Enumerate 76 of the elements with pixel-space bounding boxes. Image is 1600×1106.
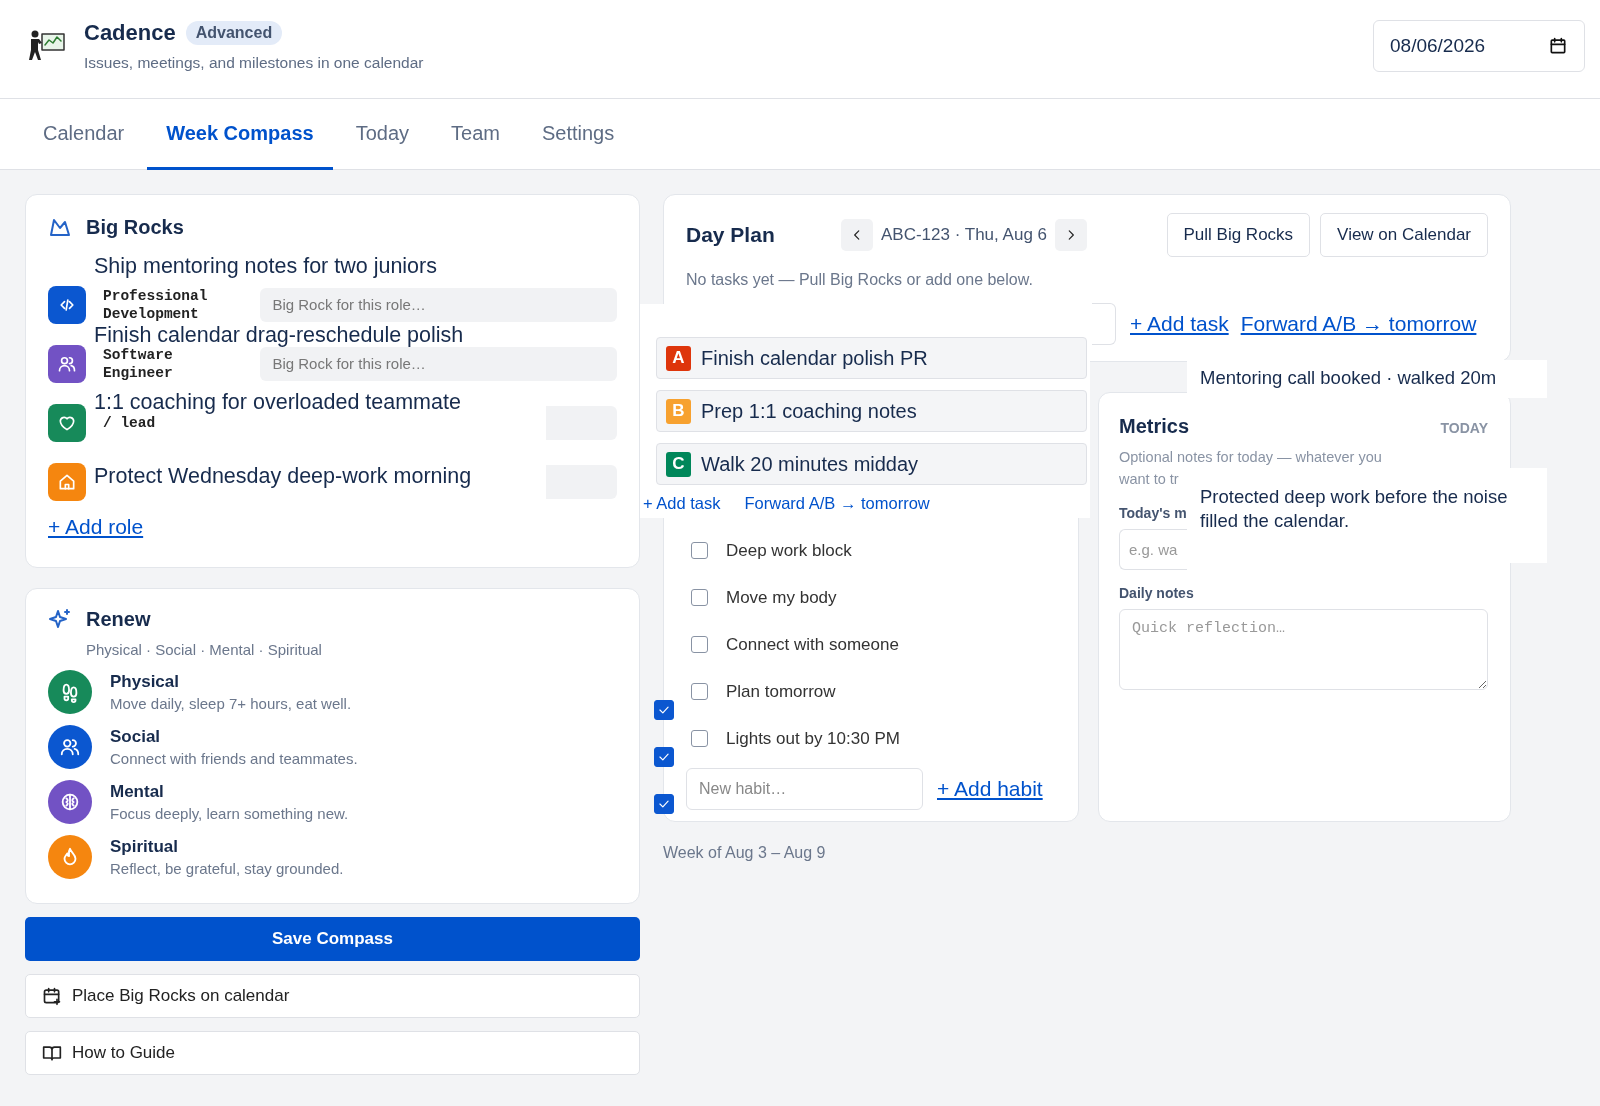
logo-icon <box>26 28 66 62</box>
guide-button[interactable]: How to Guide <box>25 1031 640 1075</box>
task-title: Finish calendar polish PR <box>701 346 928 370</box>
checkbox[interactable] <box>691 542 708 559</box>
renew-description: Move daily, sleep 7+ hours, eat well. <box>110 694 352 712</box>
add-habit-link[interactable]: + Add habit <box>937 777 1043 801</box>
role-label: Professional Development <box>103 286 209 323</box>
checkbox[interactable] <box>654 700 674 720</box>
text-link[interactable]: Forward A/B → tomorrow <box>744 494 930 513</box>
metric-field[interactable]: e.g. wa <box>1119 529 1187 570</box>
book-icon <box>42 1043 62 1063</box>
save-button[interactable]: Save Compass <box>25 917 640 961</box>
notes-field[interactable]: Quick reflection… <box>1119 609 1488 690</box>
checkbox[interactable] <box>654 747 674 767</box>
card-title: Big Rocks <box>86 215 184 239</box>
empty-message: No tasks yet — Pull Big Rocks or add one below. <box>686 271 1034 289</box>
tab[interactable]: Settings <box>522 99 634 170</box>
checkbox[interactable] <box>691 589 708 606</box>
renew-description: Reflect, be grateful, stay grounded. <box>110 859 344 877</box>
habit-label: Plan tomorrow <box>726 681 836 702</box>
checkbox[interactable] <box>691 730 708 747</box>
field-label: Today's m <box>1119 505 1187 521</box>
checkbox[interactable] <box>654 794 674 814</box>
task-title: Walk 20 minutes midday <box>701 452 919 476</box>
text-link[interactable]: Forward A/B → tomorrow <box>1240 312 1477 336</box>
text-field[interactable]: Big Rock for this role… <box>260 287 617 322</box>
app-title: Cadence <box>84 20 176 46</box>
pasted-note: Mentoring call booked · walked 20m <box>1187 360 1547 398</box>
card-title: Renew <box>86 607 151 631</box>
task-row[interactable]: C Walk 20 minutes midday <box>656 443 1087 485</box>
text-link[interactable]: + Add task <box>643 494 721 513</box>
week-label: Week of Aug 3 – Aug 9 <box>663 844 827 862</box>
toolbar-button[interactable]: Pull Big Rocks <box>1166 213 1311 257</box>
task-row[interactable]: B Prep 1:1 coaching notes <box>656 390 1087 432</box>
card-subtitle: Physical · Social · Mental · Spiritual <box>86 641 323 658</box>
tab[interactable]: Today <box>336 99 429 170</box>
priority-badge: C <box>666 451 691 477</box>
text-field[interactable]: Big Rock for this role… <box>260 346 617 381</box>
card-title: Metrics <box>1119 415 1190 438</box>
calendar-icon <box>1548 36 1568 56</box>
checkbox[interactable] <box>691 636 708 653</box>
renew-name: Physical <box>110 671 180 692</box>
habit-label: Deep work block <box>726 540 852 561</box>
priority-badge: A <box>666 345 691 371</box>
tab[interactable]: Week Compass <box>147 99 333 170</box>
renew-description: Connect with friends and teammates. <box>110 749 358 767</box>
text-link[interactable]: + Add task <box>1130 312 1229 336</box>
app-subtitle: Issues, meetings, and milestones in one calendar <box>84 54 424 72</box>
habit-label: Lights out by 10:30 PM <box>726 728 900 749</box>
task-input[interactable] <box>1092 303 1116 345</box>
task-row[interactable]: A Finish calendar polish PR <box>656 337 1087 379</box>
field-label: Daily notes <box>1119 585 1194 601</box>
habit-label: Connect with someone <box>726 634 899 655</box>
toolbar-button[interactable]: View on Calendar <box>1320 213 1488 257</box>
add-role-link[interactable]: + Add role <box>48 515 144 539</box>
renew-name: Mental <box>110 781 165 802</box>
sparkle-icon <box>48 607 72 631</box>
tab[interactable]: Calendar <box>24 99 144 170</box>
tab[interactable]: Team <box>432 99 519 170</box>
renew-name: Social <box>110 726 162 747</box>
place-on-calendar-button[interactable]: Place Big Rocks on calendar <box>25 974 640 1018</box>
renew-description: Focus deeply, learn something new. <box>110 804 349 822</box>
card-title: Day Plan <box>686 223 776 247</box>
date-field[interactable]: 08/06/2026 <box>1373 20 1585 72</box>
task-title: Prep 1:1 coaching notes <box>701 399 917 423</box>
role-label: Software Engineer <box>103 345 174 382</box>
habit-input[interactable]: New habit… <box>686 768 923 810</box>
calendar-plus-icon <box>42 986 62 1006</box>
habit-label: Move my body <box>726 587 837 608</box>
level-badge: Advanced <box>185 21 283 45</box>
renew-name: Spiritual <box>110 836 179 857</box>
checkbox[interactable] <box>691 683 708 700</box>
day-label: ABC-123 · Thu, Aug 6 <box>881 225 1047 245</box>
today-label: TODAY <box>1440 420 1488 436</box>
priority-badge: B <box>666 398 691 424</box>
role-label: / lead <box>103 414 157 432</box>
